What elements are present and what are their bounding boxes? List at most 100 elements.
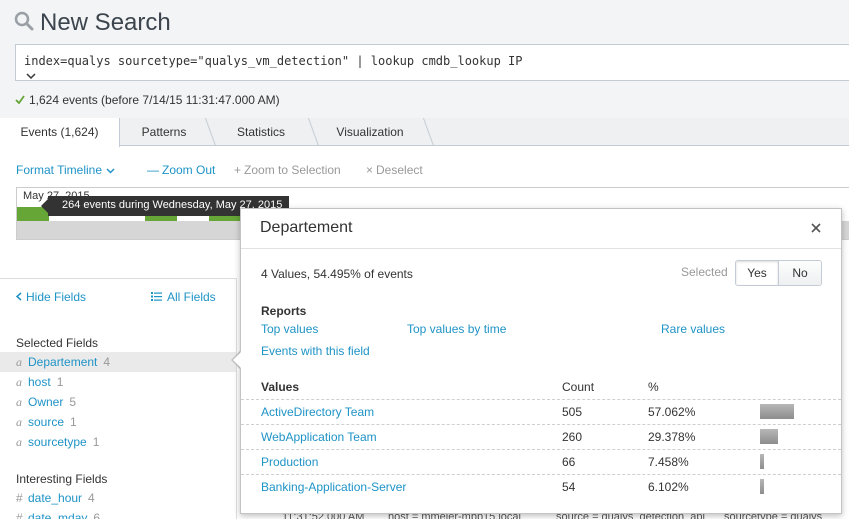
chevron-left-icon [15,290,22,304]
field-name: host [28,375,51,389]
value-count: 66 [562,455,576,469]
table-row[interactable]: WebApplication Team 260 29.378% [241,424,841,449]
selected-toggle: Yes No [735,260,822,286]
field-item-date-mday[interactable]: # date_mday 6 [0,508,236,519]
field-type-icon: # [16,491,23,505]
table-row[interactable]: Production 66 7.458% [241,449,841,474]
field-count: 1 [70,415,77,429]
value-link[interactable]: Production [261,455,318,469]
all-fields-link[interactable]: All Fields [151,290,216,304]
field-type-icon: a [16,394,22,409]
check-icon [15,93,29,107]
chevron-down-icon [106,163,115,177]
value-percent: 6.102% [648,480,689,494]
tab-divider [422,118,435,146]
job-status: 1,624 events (before 7/14/15 11:31:47.00… [15,93,280,107]
field-count: 6 [93,511,101,519]
field-type-icon: a [16,354,22,369]
tab-divider [307,118,320,146]
tab-patterns[interactable]: Patterns [125,118,203,146]
close-icon: × [366,163,374,177]
fields-sidebar: Hide Fields All Fields Selected Fields a… [0,278,237,519]
field-summary-popup: Departement 4 Values, 54.495% of events … [240,208,842,514]
field-item-sourcetype[interactable]: a sourcetype 1 [0,432,236,452]
popup-summary: 4 Values, 54.495% of events [261,267,413,281]
results-tabs: Events (1,624) Patterns Statistics Visua… [0,118,849,147]
field-item-departement[interactable]: a Departement 4 [0,352,236,372]
zoom-selection-label: Zoom to Selection [244,163,341,177]
value-link[interactable]: WebApplication Team [261,430,377,444]
value-count: 505 [562,405,583,419]
tab-divider [204,118,217,146]
popup-title: Departement [260,219,353,236]
selected-fields-heading: Selected Fields [16,336,99,350]
top-values-link[interactable]: Top values [261,322,318,336]
percent-bar [760,404,794,419]
field-type-icon: a [16,414,22,429]
field-item-source[interactable]: a source 1 [0,412,236,432]
events-with-field-link[interactable]: Events with this field [261,344,370,358]
field-name: Departement [28,355,98,369]
no-button[interactable]: No [778,261,821,285]
table-row[interactable]: Banking-Application-Server 54 6.102% [241,474,841,499]
percent-bar [760,454,764,469]
popup-pointer-inner [233,352,241,368]
plus-icon: + [234,163,242,177]
event-count-status: 1,624 events (before 7/14/15 11:31:47.00… [29,93,280,107]
field-name: sourcetype [28,435,87,449]
interesting-fields-heading: Interesting Fields [16,472,108,486]
rare-values-link[interactable]: Rare values [661,322,725,336]
value-percent: 7.458% [648,455,689,469]
yes-button[interactable]: Yes [736,261,778,285]
search-query-text[interactable]: index=qualys sourcetype="qualys_vm_detec… [24,54,523,68]
percent-bar [760,429,778,444]
selected-label: Selected [681,265,728,279]
field-name: Owner [28,395,64,409]
reports-heading: Reports [261,304,307,318]
count-column-header: Count [562,380,595,394]
zoom-out-button[interactable]: — Zoom Out [147,163,215,177]
field-count: 4 [88,491,95,505]
top-values-by-time-link[interactable]: Top values by time [407,322,506,336]
search-input[interactable]: index=qualys sourcetype="qualys_vm_detec… [15,44,849,81]
search-header: New Search index=qualys sourcetype="qual… [0,0,849,118]
field-type-icon: # [16,511,23,519]
table-row[interactable]: ActiveDirectory Team 505 57.062% [241,399,841,424]
tab-events[interactable]: Events (1,624) [0,118,120,147]
value-count: 54 [562,480,576,494]
minus-icon: — [147,163,159,177]
field-name: source [28,415,65,429]
format-timeline-button[interactable]: Format Timeline [16,163,115,177]
tab-visualization[interactable]: Visualization [324,118,416,146]
title-row: New Search [14,9,171,37]
field-count: 1 [56,375,64,389]
popup-header: Departement [241,209,841,249]
value-link[interactable]: ActiveDirectory Team [261,405,374,419]
format-timeline-label: Format Timeline [16,163,103,177]
field-name: date_hour [28,491,83,505]
values-column-header: Values [261,380,300,394]
close-icon[interactable] [809,221,823,235]
value-link[interactable]: Banking-Application-Server [261,480,406,494]
field-item-date-hour[interactable]: # date_hour 4 [0,488,236,508]
search-icon [14,11,40,36]
all-fields-label: All Fields [167,290,216,304]
percent-bar [760,479,764,494]
field-count: 1 [92,435,100,449]
hide-fields-label: Hide Fields [26,290,87,304]
deselect-button[interactable]: × Deselect [366,163,423,177]
field-item-owner[interactable]: a Owner 5 [0,392,236,412]
tab-statistics[interactable]: Statistics [220,118,302,146]
page-title: New Search [40,9,171,36]
percent-column-header: % [648,380,659,394]
field-type-icon: a [16,434,22,449]
hide-fields-link[interactable]: Hide Fields [15,290,87,304]
value-percent: 29.378% [648,430,696,444]
field-name: date_mday [28,511,88,519]
list-icon [151,290,162,304]
deselect-label: Deselect [376,163,423,177]
chevron-down-icon[interactable] [24,71,38,81]
zoom-to-selection-button[interactable]: + Zoom to Selection [234,163,341,177]
field-item-host[interactable]: a host 1 [0,372,236,392]
field-count: 4 [103,355,111,369]
